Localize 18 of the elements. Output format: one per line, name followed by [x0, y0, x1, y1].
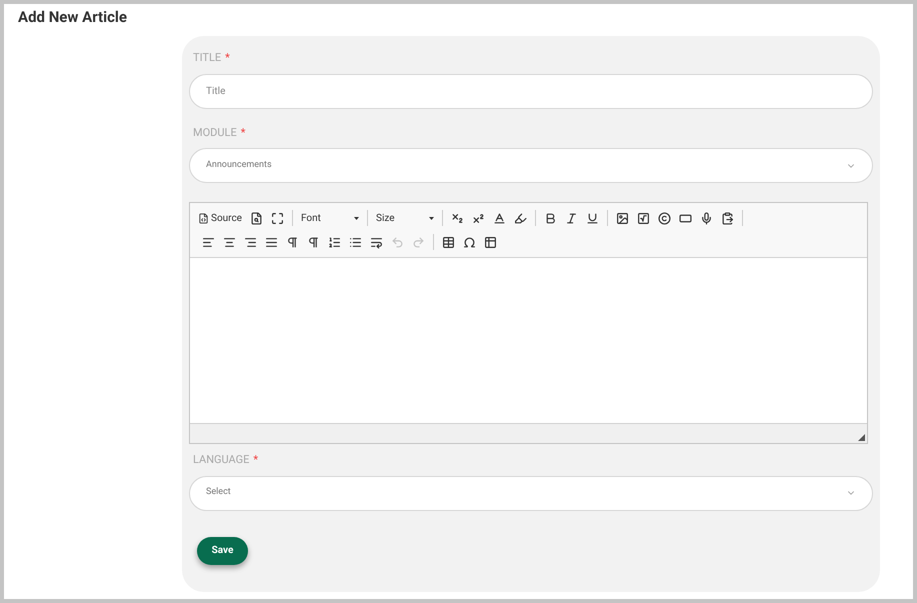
page-title: Add New Article [18, 7, 128, 28]
field-label: MODULE [193, 124, 237, 140]
font-dropdown[interactable]: Font [297, 209, 363, 227]
title-input[interactable]: Title [189, 74, 873, 108]
source-button[interactable]: Source [198, 210, 246, 226]
dropdown-arrow-icon [429, 216, 434, 220]
size-dropdown[interactable]: Size [372, 209, 438, 227]
dropdown-arrow-icon [354, 216, 359, 220]
code-file-icon [198, 212, 209, 224]
field-label: TITLE [193, 50, 222, 66]
save-button[interactable]: Save [197, 536, 248, 564]
select-dropdown[interactable]: Select [189, 476, 873, 510]
required-asterisk: * [240, 124, 246, 140]
field-label: LANGUAGE [193, 452, 250, 468]
required-asterisk: * [225, 50, 230, 66]
resize-handle-icon [858, 434, 865, 441]
required-asterisk: * [253, 452, 258, 468]
select-dropdown[interactable]: Announcements [189, 148, 873, 183]
